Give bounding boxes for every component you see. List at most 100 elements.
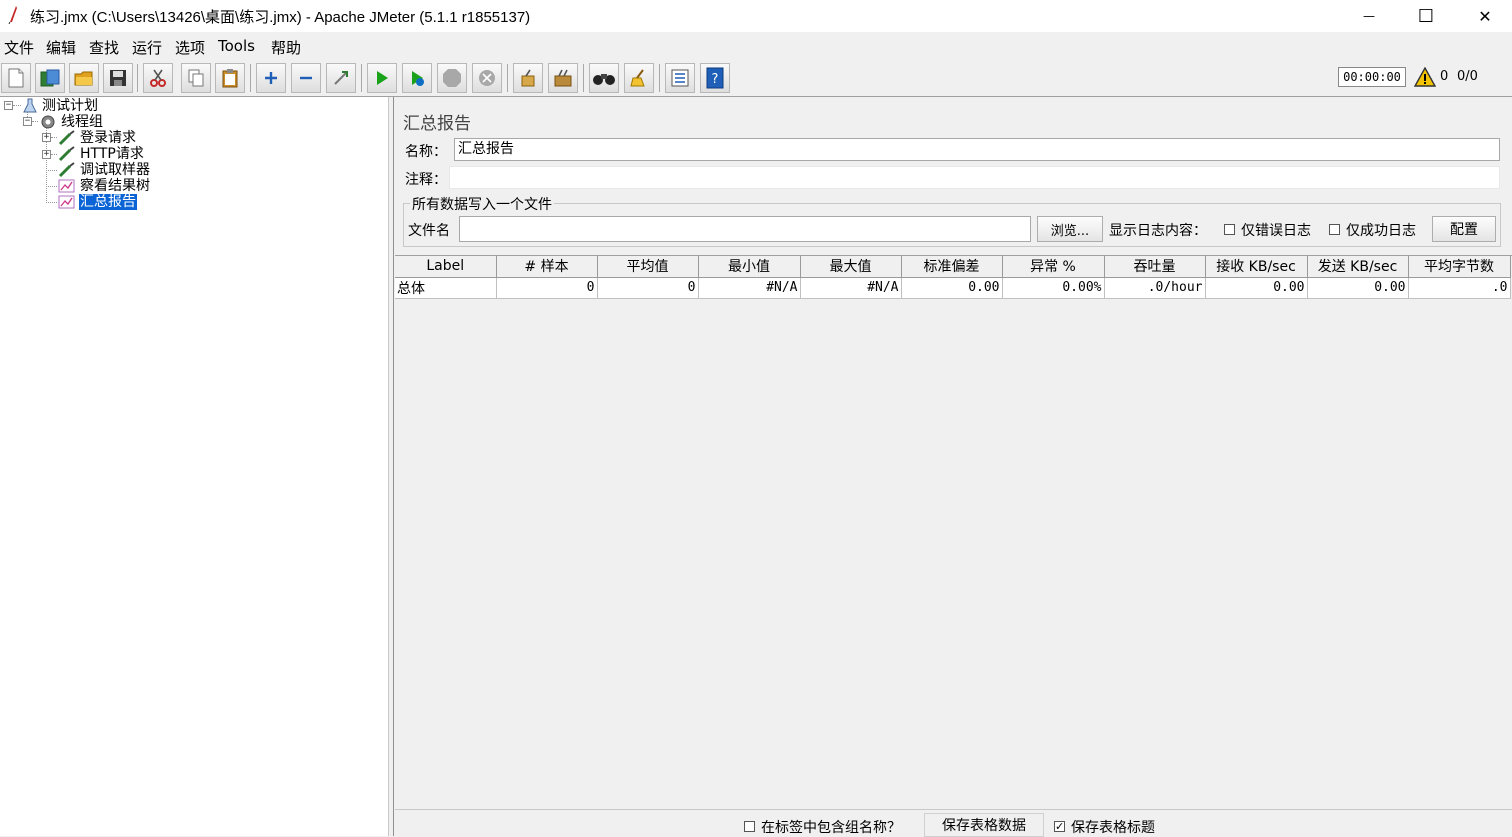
thread-group-gear-icon xyxy=(41,115,55,129)
column-header-max[interactable]: 最大值 xyxy=(800,256,902,278)
elapsed-timer: 00:00:00 xyxy=(1338,67,1406,87)
reset-search-icon xyxy=(630,69,645,87)
cell-std-dev[interactable]: 0.00 xyxy=(901,277,1003,299)
collapse-all-button[interactable] xyxy=(291,63,321,93)
clear-all-button[interactable] xyxy=(548,63,578,93)
tree-collapse-toggle[interactable]: − xyxy=(23,117,32,126)
maximize-button[interactable]: ☐ xyxy=(1403,0,1449,32)
comment-input[interactable] xyxy=(449,166,1500,189)
save-table-header-checkbox[interactable]: ✓ xyxy=(1054,821,1065,832)
menu-tools[interactable]: Tools xyxy=(218,37,255,55)
new-icon xyxy=(8,68,24,88)
column-header-received-kb[interactable]: 接收 KB/sec xyxy=(1205,256,1308,278)
log-content-label: 显示日志内容： xyxy=(1109,223,1207,239)
shutdown-button[interactable] xyxy=(472,63,502,93)
cell-label[interactable]: 总体 xyxy=(395,277,497,299)
stop-button[interactable] xyxy=(437,63,467,93)
listener-chart-icon xyxy=(58,195,75,209)
tree-node-login-request[interactable]: 登录请求 xyxy=(80,130,136,146)
search-button[interactable] xyxy=(589,63,619,93)
start-no-pause-button[interactable] xyxy=(402,63,432,93)
toolbar-separator xyxy=(250,64,251,92)
expand-all-button[interactable] xyxy=(256,63,286,93)
column-header-samples[interactable]: # 样本 xyxy=(496,256,598,278)
tree-node-test-plan[interactable]: 测试计划 xyxy=(42,98,98,114)
success-only-checkbox[interactable] xyxy=(1329,224,1340,235)
column-header-std-dev[interactable]: 标准偏差 xyxy=(901,256,1003,278)
filename-input[interactable] xyxy=(459,216,1031,242)
column-header-error-pct[interactable]: 异常 % xyxy=(1002,256,1105,278)
shutdown-icon xyxy=(479,70,495,86)
cell-avg-bytes[interactable]: .0 xyxy=(1408,277,1511,299)
tree-expand-toggle[interactable]: + xyxy=(42,150,51,159)
test-plan-tree: − 测试计划 − 线程组 + 登录请求 + HTTP请求 调试取样器 察看结果树… xyxy=(0,97,388,836)
column-header-throughput[interactable]: 吞吐量 xyxy=(1104,256,1206,278)
table-row[interactable]: 总体 0 0 #N/A #N/A 0.00 0.00% .0/hour 0.00… xyxy=(395,277,1511,299)
name-label: 名称： xyxy=(405,144,447,160)
function-helper-icon xyxy=(671,69,689,87)
tree-line xyxy=(46,202,57,203)
help-button[interactable]: ? xyxy=(700,63,730,93)
toggle-button[interactable] xyxy=(326,63,356,93)
browse-button[interactable]: 浏览... xyxy=(1037,216,1103,242)
menu-bar: 文件 编辑 查找 运行 选项 Tools 帮助 xyxy=(0,34,1512,58)
clear-button[interactable] xyxy=(513,63,543,93)
start-button[interactable] xyxy=(367,63,397,93)
cell-error-pct[interactable]: 0.00% xyxy=(1002,277,1105,299)
templates-button[interactable] xyxy=(35,63,65,93)
menu-options[interactable]: 选项 xyxy=(175,37,205,58)
bottom-bar: 在标签中包含组名称？ 保存表格数据 ✓ 保存表格标题 xyxy=(395,809,1512,837)
split-pane-divider[interactable] xyxy=(388,97,394,836)
menu-search[interactable]: 查找 xyxy=(89,37,119,58)
column-header-sent-kb[interactable]: 发送 KB/sec xyxy=(1307,256,1409,278)
cell-max[interactable]: #N/A xyxy=(800,277,902,299)
errors-only-checkbox[interactable] xyxy=(1224,224,1235,235)
close-window-button[interactable]: ✕ xyxy=(1462,0,1508,32)
configure-button[interactable]: 配置 xyxy=(1432,216,1496,242)
tree-line xyxy=(13,105,21,106)
panel-title: 汇总报告 xyxy=(403,114,471,134)
column-header-min[interactable]: 最小值 xyxy=(698,256,801,278)
menu-edit[interactable]: 编辑 xyxy=(46,37,76,58)
results-table-area: Label # 样本 平均值 最小值 最大值 标准偏差 异常 % 吞吐量 接收 … xyxy=(395,255,1512,810)
sampler-pipette-icon xyxy=(58,130,75,146)
new-button[interactable] xyxy=(1,63,31,93)
cell-throughput[interactable]: .0/hour xyxy=(1104,277,1206,299)
summary-report-panel: 汇总报告 名称： 汇总报告 注释： 所有数据写入一个文件 文件名 浏览... 显… xyxy=(395,97,1512,837)
cell-sent-kb[interactable]: 0.00 xyxy=(1307,277,1409,299)
column-header-label[interactable]: Label xyxy=(395,256,497,278)
copy-button[interactable] xyxy=(181,63,211,93)
active-thread-count: 0/0 xyxy=(1457,69,1478,84)
cell-received-kb[interactable]: 0.00 xyxy=(1205,277,1308,299)
window-title: 练习.jmx (C:\Users\13426\桌面\练习.jmx) - Apac… xyxy=(30,9,531,26)
menu-run[interactable]: 运行 xyxy=(132,37,162,58)
cell-min[interactable]: #N/A xyxy=(698,277,801,299)
tree-node-thread-group[interactable]: 线程组 xyxy=(61,114,103,130)
tree-node-summary-report[interactable]: 汇总报告 xyxy=(79,194,137,210)
open-button[interactable] xyxy=(69,63,99,93)
tree-expand-toggle[interactable]: + xyxy=(42,133,51,142)
cell-samples[interactable]: 0 xyxy=(496,277,598,299)
minimize-button[interactable]: — xyxy=(1346,0,1392,32)
cell-average[interactable]: 0 xyxy=(597,277,699,299)
toolbar-separator xyxy=(361,64,362,92)
name-input[interactable]: 汇总报告 xyxy=(454,138,1500,161)
tree-node-http-request[interactable]: HTTP请求 xyxy=(80,146,144,162)
tree-node-debug-sampler[interactable]: 调试取样器 xyxy=(80,162,150,178)
tree-node-view-results-tree[interactable]: 察看结果树 xyxy=(80,178,150,194)
warning-icon[interactable] xyxy=(1414,67,1436,87)
tree-collapse-toggle[interactable]: − xyxy=(4,101,13,110)
column-header-average[interactable]: 平均值 xyxy=(597,256,699,278)
paste-button[interactable] xyxy=(215,63,245,93)
reset-search-button[interactable] xyxy=(624,63,654,93)
function-helper-button[interactable] xyxy=(665,63,695,93)
column-header-avg-bytes[interactable]: 平均字节数 xyxy=(1408,256,1511,278)
menu-help[interactable]: 帮助 xyxy=(271,37,301,58)
save-table-data-button[interactable]: 保存表格数据 xyxy=(924,813,1044,837)
toolbar: ? xyxy=(0,60,1512,146)
save-button[interactable] xyxy=(103,63,133,93)
include-group-checkbox[interactable] xyxy=(744,821,755,832)
menu-file[interactable]: 文件 xyxy=(4,37,34,58)
cut-button[interactable] xyxy=(143,63,173,93)
include-group-label: 在标签中包含组名称？ xyxy=(761,820,901,836)
